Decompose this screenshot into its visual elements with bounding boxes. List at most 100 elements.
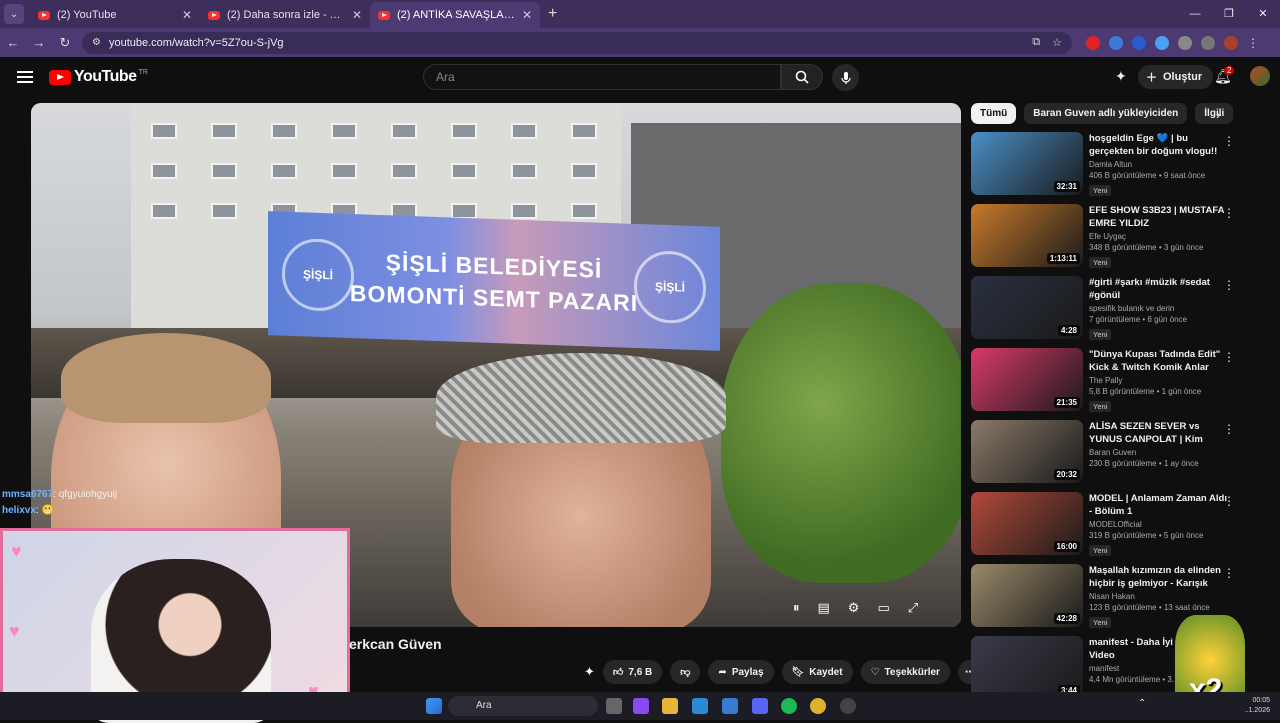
edge-browser-icon[interactable] bbox=[692, 698, 708, 714]
copilot-icon[interactable] bbox=[633, 698, 649, 714]
back-icon[interactable]: ← bbox=[0, 35, 26, 50]
youtube-logo[interactable]: YouTube TR bbox=[49, 68, 148, 86]
browser-tab-strip: ⌄ (2) YouTube ✕ (2) Daha sonra izle - Yo… bbox=[0, 0, 1280, 28]
extension-translate-icon[interactable] bbox=[1109, 35, 1123, 50]
browser-tab-watch-later[interactable]: (2) Daha sonra izle - YouTube ✕ bbox=[200, 2, 370, 28]
recommendation-title[interactable]: EFE SHOW S3B23 | MUSTAFA EMRE YILDIZ bbox=[1089, 204, 1227, 230]
extension-wave-icon[interactable] bbox=[1132, 35, 1146, 50]
thanks-label: Teşekkürler bbox=[884, 666, 940, 678]
recommendation-title[interactable]: "Dünya Kupası Tadında Edit" Kick & Twitc… bbox=[1089, 348, 1227, 374]
chrome-icon[interactable] bbox=[810, 698, 826, 714]
chevron-right-icon[interactable]: › bbox=[1216, 107, 1220, 122]
dislike-button[interactable]: 👎︎ bbox=[670, 660, 701, 684]
install-app-icon[interactable]: ⧉ bbox=[1032, 36, 1040, 49]
recommendation-title[interactable]: hoşgeldin Ege 💙 | bu gerçekten bir doğum… bbox=[1089, 132, 1227, 158]
fullscreen-icon[interactable]: ⤢ bbox=[908, 600, 918, 616]
video-thumbnail[interactable]: 4:28 bbox=[971, 276, 1083, 339]
more-options-icon[interactable]: ⋮ bbox=[1223, 134, 1235, 148]
reading-list-icon[interactable] bbox=[1201, 35, 1215, 50]
forward-icon[interactable]: → bbox=[26, 35, 52, 50]
pause-icon[interactable]: ⏸ bbox=[793, 600, 800, 616]
close-window-icon[interactable]: ✕ bbox=[1246, 0, 1280, 28]
obs-icon[interactable] bbox=[840, 698, 856, 714]
subtitles-icon[interactable]: ▤ bbox=[818, 600, 830, 616]
system-clock[interactable]: 00:05 ..1.2026 bbox=[1245, 696, 1270, 716]
more-options-icon[interactable]: ⋮ bbox=[1223, 566, 1235, 580]
video-thumbnail[interactable]: 32:31 bbox=[971, 132, 1083, 195]
discord-icon[interactable] bbox=[752, 698, 768, 714]
task-view-icon[interactable] bbox=[606, 698, 622, 714]
video-thumbnail[interactable]: 1:13:11 bbox=[971, 204, 1083, 267]
site-info-icon[interactable]: ⚙ bbox=[92, 37, 101, 48]
more-options-icon[interactable]: ⋮ bbox=[1223, 350, 1235, 364]
recommendation-title[interactable]: #girti #şarkı #müzik #sedat #gönül bbox=[1089, 276, 1227, 302]
theater-mode-icon[interactable]: ▭ bbox=[877, 600, 889, 616]
tray-chevron-icon[interactable]: ⌃ bbox=[1138, 698, 1154, 714]
new-tab-button[interactable]: + bbox=[548, 5, 557, 23]
windows-start-icon[interactable] bbox=[426, 698, 442, 714]
recommendation-title[interactable]: ALİSA SEZEN SEVER vs YUNUS CANPOLAT | Ki… bbox=[1089, 420, 1227, 446]
maximize-icon[interactable]: ❐ bbox=[1212, 0, 1246, 28]
hamburger-menu-icon[interactable] bbox=[17, 71, 33, 83]
profile-avatar-icon[interactable] bbox=[1224, 35, 1238, 50]
channel-name[interactable]: Damla Altun bbox=[1089, 160, 1227, 169]
browser-menu-icon[interactable]: ⋮ bbox=[1247, 36, 1259, 50]
thanks-button[interactable]: ♡ Teşekkürler bbox=[860, 660, 950, 684]
chip-all[interactable]: Tümü bbox=[971, 103, 1017, 124]
more-options-icon[interactable]: ⋮ bbox=[1223, 206, 1235, 220]
channel-name[interactable]: Efe Uygaç bbox=[1089, 232, 1227, 241]
save-button[interactable]: 🔖︎ Kaydet bbox=[781, 660, 853, 684]
file-explorer-icon[interactable] bbox=[662, 698, 678, 714]
recommendation-item[interactable]: 32:31 hoşgeldin Ege 💙 | bu gerçekten bir … bbox=[971, 132, 1241, 196]
extensions-puzzle-icon[interactable] bbox=[1178, 35, 1192, 50]
close-tab-icon[interactable]: ✕ bbox=[352, 8, 362, 22]
recommendation-item[interactable]: 16:00 MODEL | Anlamam Zaman Aldı - Bölüm … bbox=[971, 492, 1241, 556]
spotify-icon[interactable] bbox=[781, 698, 797, 714]
close-tab-icon[interactable]: ✕ bbox=[182, 8, 192, 22]
like-button[interactable]: 👍︎ 7,6 B bbox=[602, 660, 663, 684]
close-tab-icon[interactable]: ✕ bbox=[522, 8, 532, 22]
channel-name[interactable]: The Pally bbox=[1089, 376, 1227, 385]
recommendation-item[interactable]: 1:13:11 EFE SHOW S3B23 | MUSTAFA EMRE YIL… bbox=[971, 204, 1241, 268]
more-options-icon[interactable]: ⋮ bbox=[1223, 494, 1235, 508]
account-avatar[interactable] bbox=[1250, 66, 1270, 86]
extension-blue-icon[interactable] bbox=[1155, 35, 1169, 50]
search-button[interactable] bbox=[781, 64, 823, 90]
minimize-icon[interactable]: — bbox=[1178, 0, 1212, 28]
reload-icon[interactable]: ↻ bbox=[52, 35, 78, 51]
taskbar-search[interactable]: Ara bbox=[448, 696, 598, 716]
tab-search-menu[interactable]: ⌄ bbox=[4, 4, 24, 24]
video-thumbnail[interactable]: 20:32 bbox=[971, 420, 1083, 483]
recommendation-item[interactable]: 20:32 ALİSA SEZEN SEVER vs YUNUS CANPOLAT… bbox=[971, 420, 1241, 484]
store-icon[interactable] bbox=[722, 698, 738, 714]
address-bar[interactable]: ⚙ youtube.com/watch?v=5Z7ou-S-jVg ⧉ ☆ bbox=[82, 31, 1072, 54]
chip-related[interactable]: İlgili bbox=[1195, 103, 1234, 124]
browser-tab-active-video[interactable]: (2) ANTİKA SAVAŞLARI | Baran ✕ bbox=[370, 2, 540, 28]
extension-red-icon[interactable] bbox=[1086, 35, 1100, 50]
channel-name[interactable]: Baran Guven bbox=[1089, 448, 1227, 457]
more-options-icon[interactable]: ⋮ bbox=[1223, 422, 1235, 436]
bookmark-star-icon[interactable]: ☆ bbox=[1052, 36, 1062, 49]
video-thumbnail[interactable]: 21:35 bbox=[971, 348, 1083, 411]
channel-name[interactable]: MODELOfficial bbox=[1089, 520, 1227, 529]
channel-name[interactable]: Nisan Hakan bbox=[1089, 592, 1227, 601]
browser-tab-youtube[interactable]: (2) YouTube ✕ bbox=[30, 2, 200, 28]
settings-gear-icon[interactable]: ⚙ bbox=[848, 600, 860, 616]
recommendation-item[interactable]: 21:35 "Dünya Kupası Tadında Edit" Kick & … bbox=[971, 348, 1241, 412]
recommendation-title[interactable]: MODEL | Anlamam Zaman Aldı - Bölüm 1 bbox=[1089, 492, 1227, 518]
recommendation-title[interactable]: Maşallah kızımızın da elinden hiçbir iş … bbox=[1089, 564, 1227, 590]
search-input[interactable]: Ara bbox=[423, 64, 781, 90]
youtube-header: YouTube TR Ara ✦ ＋ Oluştur 🔔︎ 2 bbox=[0, 57, 1280, 97]
chip-from-uploader[interactable]: Baran Guven adlı yükleyiciden bbox=[1024, 103, 1188, 124]
more-options-icon[interactable]: ⋮ bbox=[1223, 278, 1235, 292]
recommendation-item[interactable]: 4:28 #girti #şarkı #müzik #sedat #gönül sp… bbox=[971, 276, 1241, 340]
voice-search-button[interactable] bbox=[832, 64, 859, 91]
premium-gift-icon[interactable]: ✦ bbox=[1115, 68, 1127, 85]
video-thumbnail[interactable]: 16:00 bbox=[971, 492, 1083, 555]
channel-name[interactable]: spesifik bulanık ve derin bbox=[1089, 304, 1227, 313]
share-button[interactable]: ➦ Paylaş bbox=[708, 660, 774, 684]
ai-sparkle-icon[interactable]: ✦ bbox=[584, 664, 595, 680]
video-thumbnail[interactable]: 42:28 bbox=[971, 564, 1083, 627]
video-thumbnail[interactable]: 3:44 bbox=[971, 636, 1083, 699]
create-button[interactable]: ＋ Oluştur bbox=[1138, 65, 1214, 89]
